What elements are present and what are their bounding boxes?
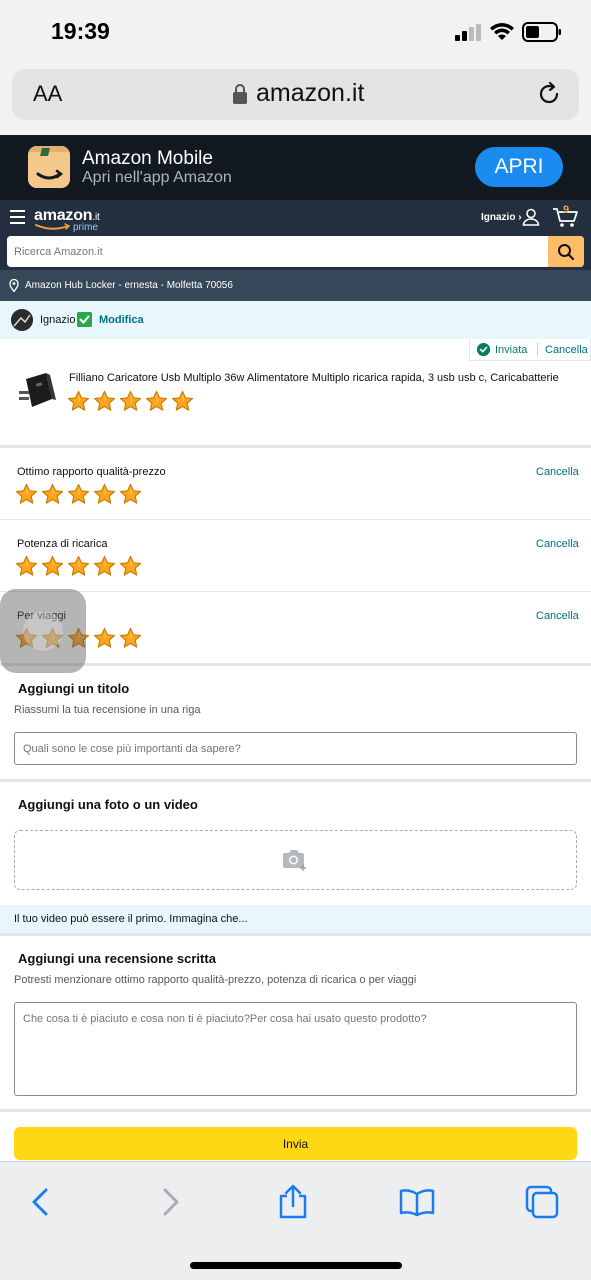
browser-toolbar [0,1161,591,1280]
forward-icon[interactable] [152,1184,188,1220]
rating-cancel-link[interactable]: Cancella [536,538,579,550]
star-icon[interactable] [15,483,38,506]
assistive-touch-button[interactable] [0,589,86,673]
verified-check-icon [77,312,92,327]
location-text: Amazon Hub Locker - ernesta - Molfetta 7… [25,280,233,291]
star-icon[interactable] [15,555,38,578]
star-icon[interactable] [41,483,64,506]
avatar [11,309,33,331]
section-divider [0,663,591,666]
search-input[interactable] [7,236,547,267]
title-section-heading: Aggiungi un titolo [18,681,130,696]
url-text[interactable]: amazon.it [256,79,364,108]
cancel-review-link[interactable]: Cancella [545,344,588,356]
section-divider [0,933,591,936]
video-hint-text: Il tuo video può essere il primo. Immagi… [14,913,248,925]
rating-cancel-link[interactable]: Cancella [536,610,579,622]
rating-row-travel: Per viaggi Cancella [0,592,591,664]
rating-label: Ottimo rapporto qualità-prezzo [17,466,166,478]
reviewer-profile-row: Ignazio Modifica [0,301,591,339]
app-banner: Amazon Mobile Apri nell'app Amazon APRI [0,135,591,200]
review-section-heading: Aggiungi una recensione scritta [18,951,216,966]
video-hint-banner: Il tuo video può essere il primo. Immagi… [0,905,591,933]
star-icon[interactable] [145,390,168,413]
star-icon[interactable] [67,390,90,413]
star-icon[interactable] [93,483,116,506]
review-title-input[interactable] [14,732,577,765]
back-icon[interactable] [24,1184,60,1220]
title-section-hint: Riassumi la tua recensione in una riga [14,704,201,716]
review-section-hint: Potresti menzionare ottimo rapporto qual… [14,974,417,986]
amazon-app-icon [28,146,70,188]
search-icon [558,244,575,261]
star-icon[interactable] [93,390,116,413]
rating-cancel-link[interactable]: Cancella [536,466,579,478]
sent-label: Inviata [495,344,528,356]
add-camera-icon [283,850,306,871]
wifi-icon [490,23,514,40]
review-text-area[interactable] [14,1002,577,1096]
lock-icon [233,84,247,104]
edit-profile-link[interactable]: Modifica [99,314,144,326]
search-box [7,236,584,267]
account-link[interactable]: Ignazio › [481,212,522,223]
app-banner-subtitle: Apri nell'app Amazon [82,169,232,186]
app-banner-name: Amazon Mobile [82,148,213,169]
rating-label: Potenza di ricarica [17,538,108,550]
user-icon[interactable] [522,208,540,226]
section-divider [0,1109,591,1112]
star-icon[interactable] [171,390,194,413]
media-section-heading: Aggiungi una foto o un video [18,797,198,812]
product-summary: Inviata Cancella Filliano Caricatore Usb… [0,339,591,445]
rating-stars[interactable] [15,555,142,578]
star-icon[interactable] [93,627,116,650]
star-icon[interactable] [119,390,142,413]
star-icon[interactable] [67,555,90,578]
rating-row-charging-power: Potenza di ricarica Cancella [0,520,591,592]
profile-name: Ignazio [40,314,76,326]
logo-prime: prime [73,222,99,233]
rating-row-quality-price: Ottimo rapporto qualità-prezzo Cancella [0,448,591,520]
check-circle-icon [477,343,490,356]
bookmarks-icon[interactable] [399,1184,435,1220]
star-icon[interactable] [119,555,142,578]
text-size-button[interactable]: AA [33,81,62,107]
status-time: 19:39 [51,18,110,44]
home-indicator [190,1262,402,1269]
amazon-smile-icon [35,223,71,230]
status-bar: 19:39 [0,0,591,62]
cellular-signal-icon [455,24,481,41]
star-icon[interactable] [119,483,142,506]
product-image[interactable] [16,369,60,413]
star-icon[interactable] [67,483,90,506]
menu-icon[interactable] [10,210,25,224]
tabs-icon[interactable] [524,1184,560,1220]
amazon-header: amazon.it prime Ignazio › 9 [0,200,591,270]
photo-video-upload[interactable] [14,830,577,890]
battery-icon [522,22,561,42]
star-icon[interactable] [119,627,142,650]
submit-review-button[interactable]: Invia [14,1127,577,1160]
rating-stars[interactable] [15,483,142,506]
delivery-location-bar[interactable]: Amazon Hub Locker - ernesta - Molfetta 7… [0,270,591,301]
reload-icon[interactable] [536,81,562,107]
product-title: Filliano Caricatore Usb Multiplo 36w Ali… [69,372,559,384]
share-icon[interactable] [275,1184,311,1220]
address-bar[interactable]: AA amazon.it [12,69,579,120]
review-status-tag: Inviata Cancella [469,339,591,361]
open-app-button[interactable]: APRI [475,147,563,187]
browser-address-area: AA amazon.it [0,62,591,135]
location-pin-icon [9,279,19,292]
section-divider [0,779,591,782]
star-icon[interactable] [93,555,116,578]
tag-separator [537,343,538,356]
overall-rating-stars[interactable] [67,390,194,413]
star-icon[interactable] [41,555,64,578]
assistive-touch-inner [23,611,63,651]
cart-count: 9 [563,204,570,216]
search-button[interactable] [548,236,584,267]
